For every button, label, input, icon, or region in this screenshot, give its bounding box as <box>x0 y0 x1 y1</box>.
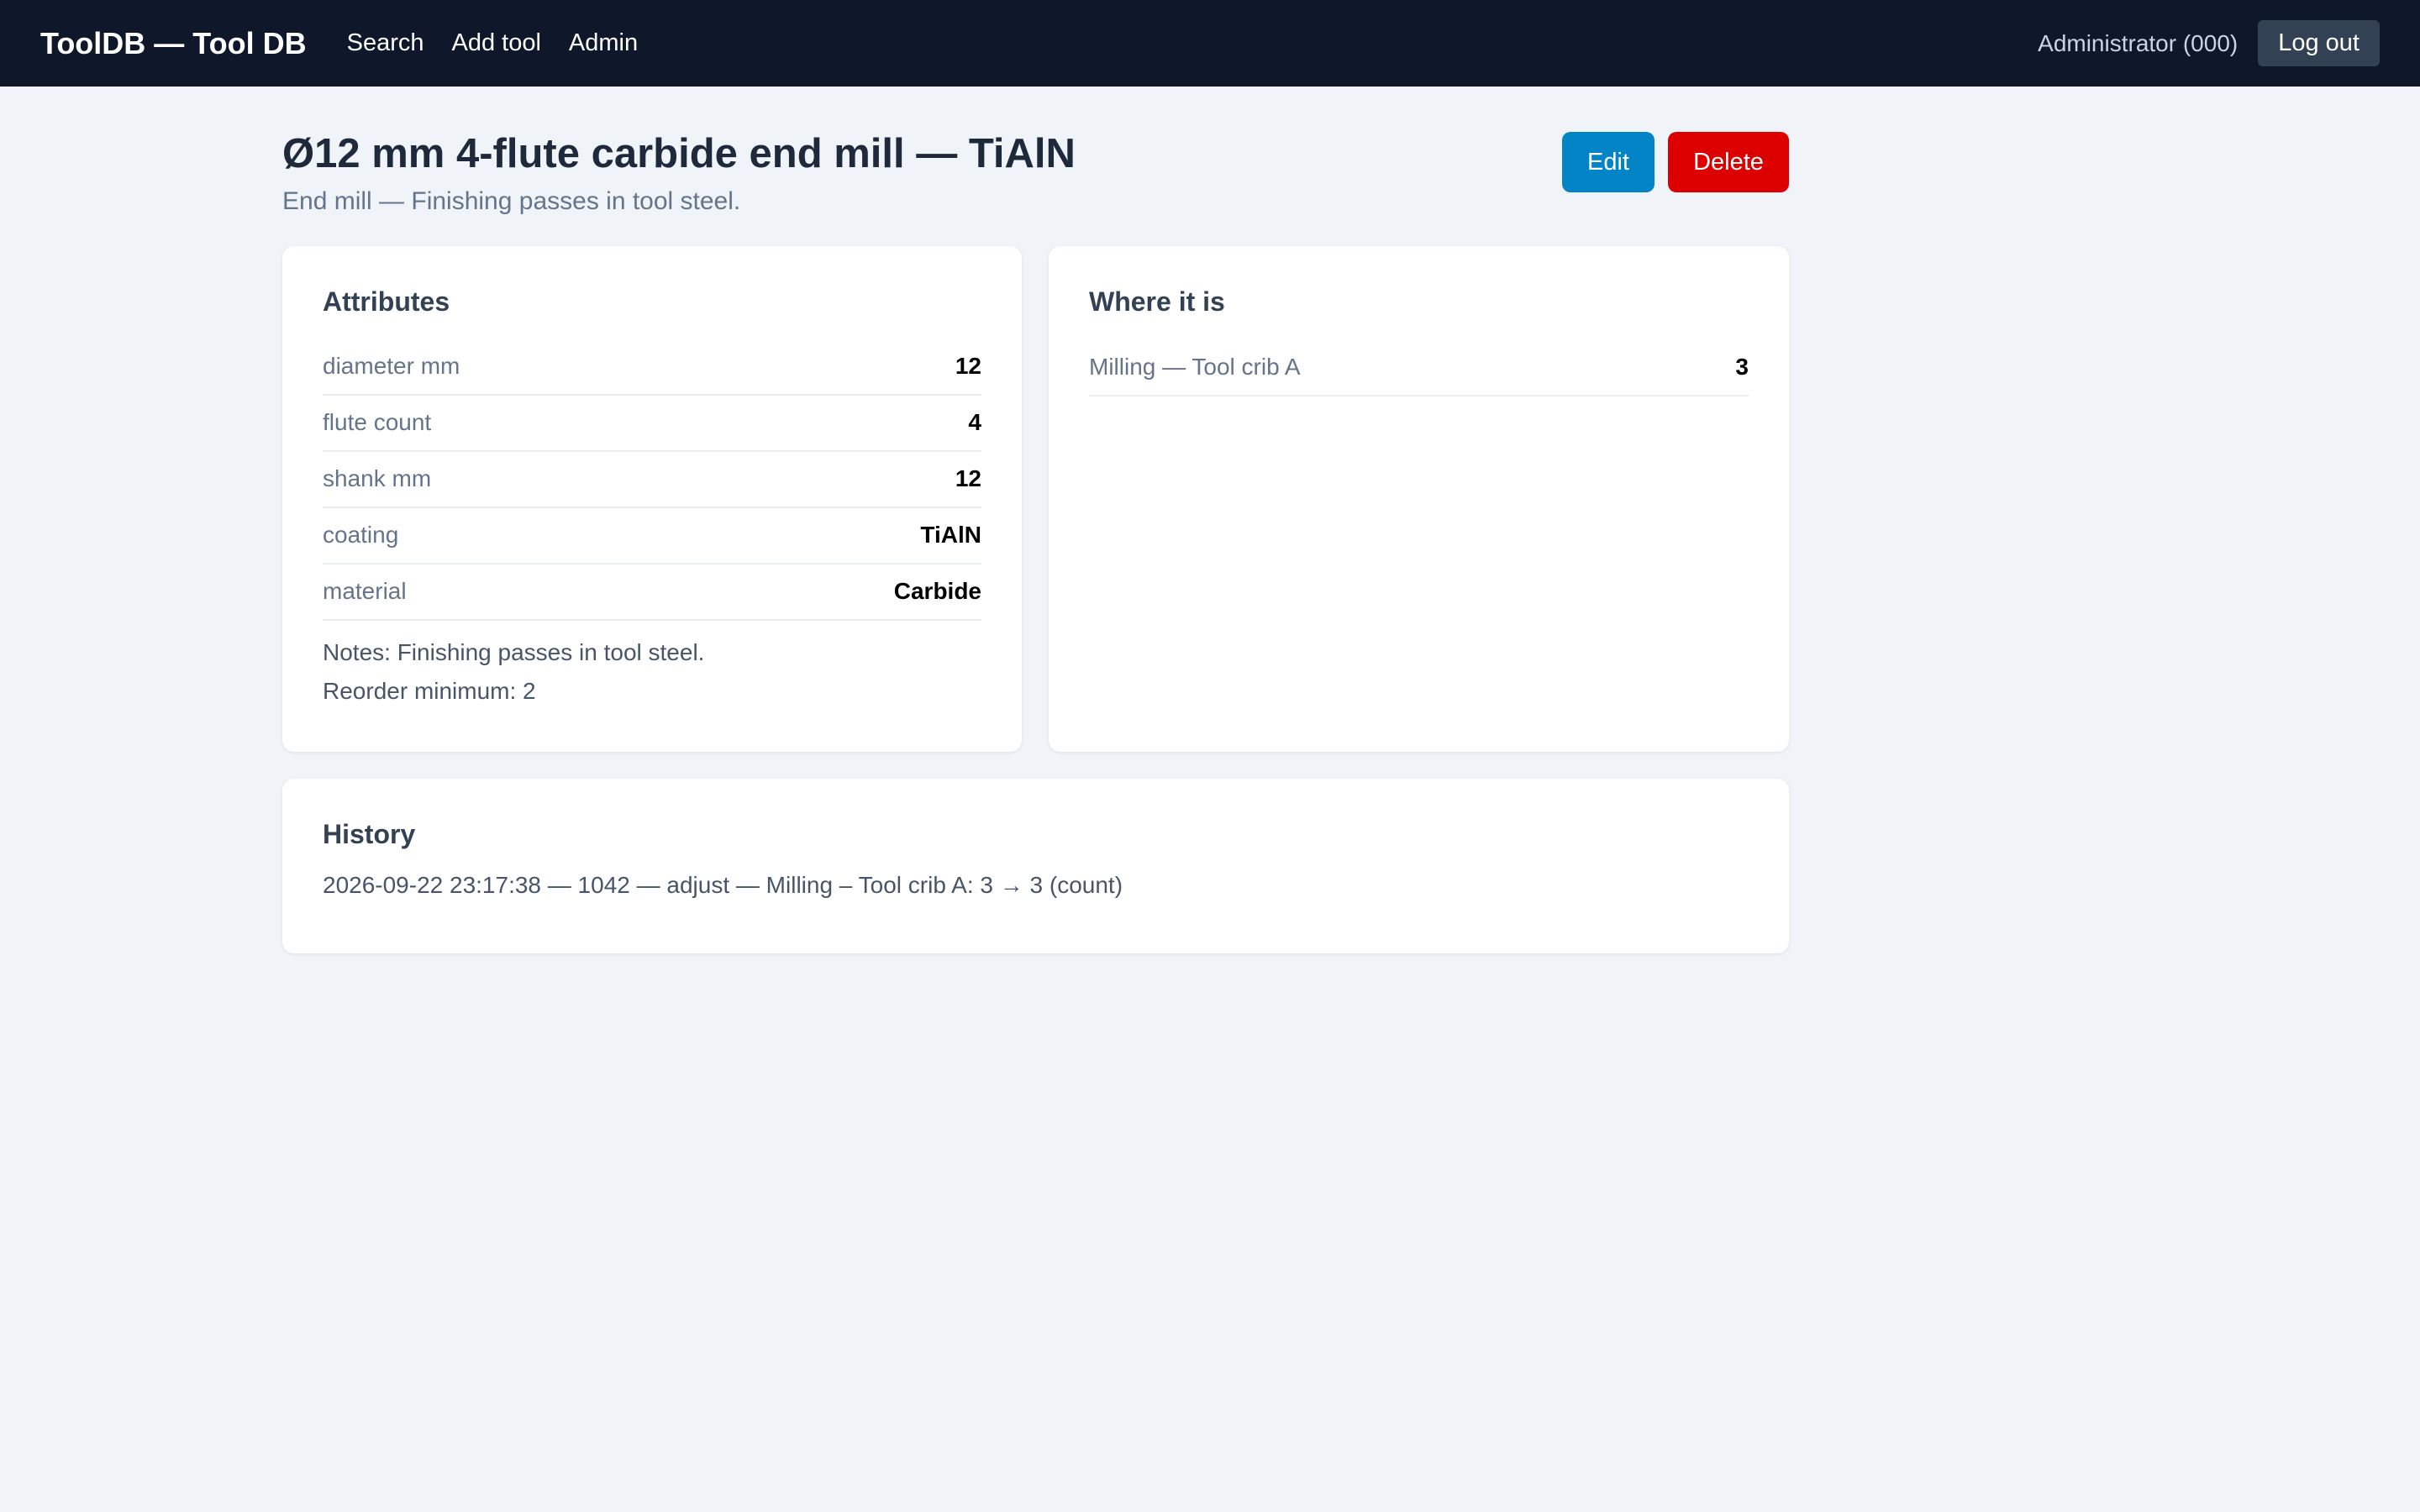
nav-link-add-tool[interactable]: Add tool <box>452 29 541 57</box>
attribute-value: 12 <box>955 353 981 380</box>
app-brand[interactable]: ToolDB — Tool DB <box>40 26 307 61</box>
attribute-row: coating TiAlN <box>323 508 981 564</box>
delete-button[interactable]: Delete <box>1668 132 1789 192</box>
detail-cards: Attributes diameter mm 12 flute count 4 … <box>282 245 1789 752</box>
history-card: History 2026-09-22 23:17:38 — 1042 — adj… <box>282 778 1789 953</box>
attribute-row: diameter mm 12 <box>323 339 981 396</box>
attribute-label: shank mm <box>323 465 432 492</box>
nav-link-search[interactable]: Search <box>347 29 424 57</box>
history-heading: History <box>323 818 416 849</box>
history-entry: 2026-09-22 23:17:38 — 1042 — adjust — Mi… <box>323 871 1123 898</box>
attribute-row: material Carbide <box>323 564 981 621</box>
tool-title-block: Ø12 mm 4-flute carbide end mill — TiAlN … <box>282 131 1076 216</box>
location-heading: Where it is <box>1089 286 1225 317</box>
edit-button[interactable]: Edit <box>1562 132 1655 192</box>
location-label: Milling — Tool crib A <box>1089 353 1301 380</box>
location-row: Milling — Tool crib A 3 <box>1089 339 1749 396</box>
reorder-minimum: Reorder minimum: 2 <box>323 677 536 704</box>
main-content: Ø12 mm 4-flute carbide end mill — TiAlN … <box>282 87 1789 953</box>
attribute-row: flute count 4 <box>323 396 981 452</box>
attribute-label: coating <box>323 522 399 549</box>
attribute-value: TiAlN <box>920 522 981 549</box>
current-user: Administrator (000) <box>2038 29 2238 56</box>
attribute-label: diameter mm <box>323 353 460 380</box>
attribute-label: flute count <box>323 409 432 436</box>
tool-notes: Notes: Finishing passes in tool steel. <box>323 638 705 665</box>
attribute-value: 4 <box>968 409 981 436</box>
attributes-heading: Attributes <box>323 286 450 317</box>
page-title: Ø12 mm 4-flute carbide end mill — TiAlN <box>282 131 1076 176</box>
tool-actions: Edit Delete <box>1562 132 1789 192</box>
nav-link-admin[interactable]: Admin <box>569 29 638 57</box>
location-card: Where it is Milling — Tool crib A 3 <box>1049 245 1789 752</box>
attribute-label: material <box>323 578 407 605</box>
tool-subtitle: End mill — Finishing passes in tool stee… <box>282 186 741 215</box>
attribute-row: shank mm 12 <box>323 452 981 508</box>
logout-button[interactable]: Log out <box>2258 20 2380 66</box>
attributes-card: Attributes diameter mm 12 flute count 4 … <box>282 245 1022 752</box>
attribute-value: Carbide <box>893 578 981 605</box>
tool-header: Ø12 mm 4-flute carbide end mill — TiAlN … <box>282 131 1789 216</box>
location-quantity: 3 <box>1735 353 1749 380</box>
attribute-value: 12 <box>955 465 981 492</box>
top-navigation-bar: ToolDB — Tool DB Search Add tool Admin A… <box>0 0 2420 87</box>
